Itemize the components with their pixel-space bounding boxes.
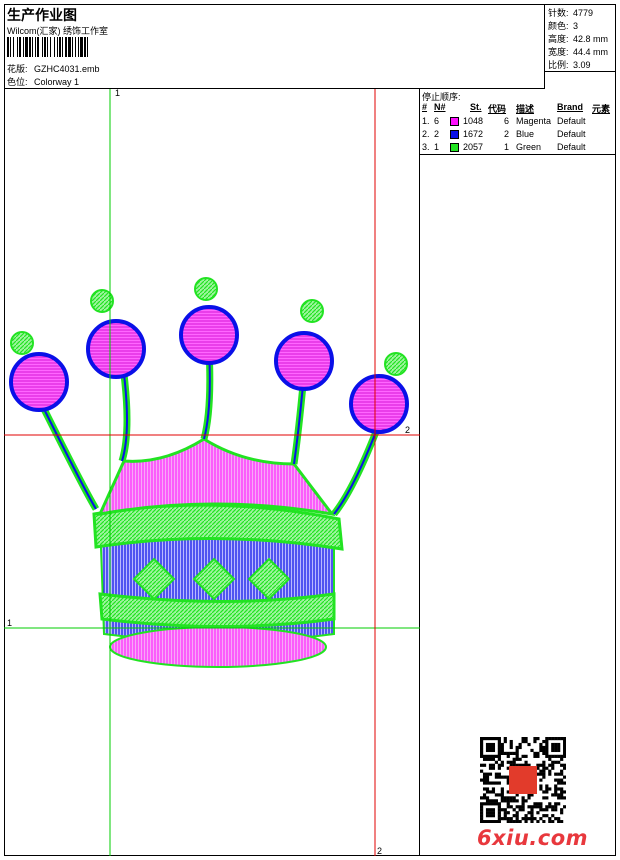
col-header-needle: N# — [434, 102, 446, 112]
table-divider — [420, 154, 616, 155]
watermark-logo: 6xiu.com — [477, 826, 589, 850]
crown-embroidery — [4, 89, 420, 856]
row-needle: 2 — [434, 129, 440, 139]
stitches-label: 针数: — [548, 8, 569, 18]
height-row: 高度: 42.8 mm — [548, 32, 608, 45]
scale-label: 比例: — [548, 60, 569, 70]
seal-stamp — [509, 766, 537, 794]
scale-row: 比例: 3.09 — [548, 58, 591, 71]
row-desc: Green — [516, 142, 542, 152]
colorway-row: 色位: Colorway 1 — [7, 75, 79, 88]
row-brand: Default — [557, 129, 586, 139]
row-code: 1672 — [463, 129, 484, 139]
col-header-brand: Brand — [557, 102, 584, 112]
width-value: 44.4 mm — [573, 47, 609, 57]
barcode — [7, 37, 88, 57]
stop-sequence-panel: 停止顺序: # N# St. 代码 描述 Brand 元素 1. 6 1048 … — [420, 89, 616, 856]
row-stops: 2 — [504, 129, 510, 139]
page-title: 生产作业图 — [7, 7, 77, 23]
guide-label-red-v: 2 — [377, 846, 383, 856]
crown-diamonds — [132, 557, 291, 601]
row-needle: 1 — [434, 142, 440, 152]
table-row: 2. 2 1672 2 Blue Default — [420, 128, 616, 141]
design-canvas: 1 1 2 2 — [4, 88, 420, 856]
guide-label-green-h: 1 — [7, 618, 13, 628]
table-row: 3. 1 2057 1 Green Default — [420, 141, 616, 154]
row-num: 2. — [422, 129, 430, 139]
studio-name: Wilcom(汇家) 绣饰工作室 — [7, 26, 108, 36]
colorway-label: 色位: — [7, 77, 28, 87]
col-header-desc: 描述 — [516, 104, 535, 114]
width-label: 宽度: — [548, 47, 569, 57]
stitches-row: 针数: 4779 — [548, 6, 593, 19]
table-row: 1. 6 1048 6 Magenta Default — [420, 115, 616, 128]
crown-base — [109, 626, 327, 668]
row-stops: 1 — [504, 142, 510, 152]
stitches-value: 4779 — [573, 8, 594, 18]
scale-value: 3.09 — [573, 60, 591, 70]
stats-panel: 针数: 4779 颜色: 3 高度: 42.8 mm 宽度: 44.4 mm 比… — [545, 4, 616, 72]
col-header-num: # — [422, 102, 428, 112]
row-num: 3. — [422, 142, 430, 152]
file-row: 花版: GZHC4031.emb — [7, 62, 100, 75]
file-label: 花版: — [7, 64, 28, 74]
row-code: 2057 — [463, 142, 484, 152]
height-label: 高度: — [548, 34, 569, 44]
color-swatch — [450, 143, 459, 152]
colorway-value: Colorway 1 — [34, 77, 80, 87]
width-row: 宽度: 44.4 mm — [548, 45, 608, 58]
row-code: 1048 — [463, 116, 484, 126]
header-panel: 生产作业图 Wilcom(汇家) 绣饰工作室 花版: GZHC4031.emb … — [4, 4, 545, 89]
row-needle: 6 — [434, 116, 440, 126]
color-swatch — [450, 117, 459, 126]
file-value: GZHC4031.emb — [34, 64, 100, 74]
row-brand: Default — [557, 116, 586, 126]
row-desc: Magenta — [516, 116, 552, 126]
col-header-stops: 代码 — [488, 104, 507, 114]
guide-label-red-h: 2 — [405, 425, 411, 435]
row-stops: 6 — [504, 116, 510, 126]
color-swatch — [450, 130, 459, 139]
colors-row: 颜色: 3 — [548, 19, 578, 32]
col-header-element: 元素 — [592, 104, 611, 114]
row-brand: Default — [557, 142, 586, 152]
colors-label: 颜色: — [548, 21, 569, 31]
col-header-code: St. — [470, 102, 482, 112]
colors-value: 3 — [573, 21, 579, 31]
row-desc: Blue — [516, 129, 535, 139]
row-num: 1. — [422, 116, 430, 126]
guide-label-green-v: 1 — [115, 88, 121, 98]
height-value: 42.8 mm — [573, 34, 609, 44]
